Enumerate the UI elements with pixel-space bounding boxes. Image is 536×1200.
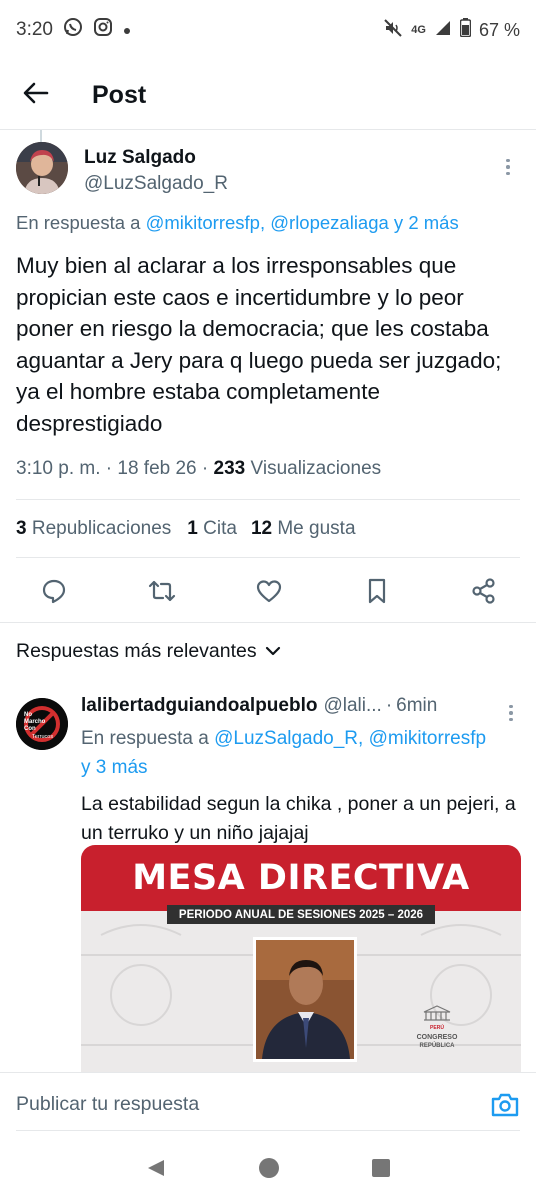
reply-prefix: En respuesta a [16,212,146,233]
share-icon[interactable] [470,577,498,605]
like-icon[interactable] [255,577,283,605]
more-dot [506,165,510,169]
reply-input[interactable]: Publicar tu respuesta [16,1093,199,1116]
whatsapp-icon [63,17,83,43]
quotes-label: Cita [203,518,237,539]
instagram-icon [93,17,113,43]
likes-label: Me gusta [277,518,356,539]
reposts-count: 3 [16,518,27,539]
compose-bar: Publicar tu respuesta [0,1072,536,1140]
chevron-down-icon [265,640,281,663]
post-stats: 3 Republicaciones 1 Cita 12 Me gusta [16,518,356,540]
bookmark-icon[interactable] [363,577,391,605]
compose-underline [16,1130,520,1131]
quotes-count: 1 [187,518,198,539]
reply-media-image[interactable]: MESA DIRECTIVA PERIODO ANUAL DE SESIONES… [81,845,521,1073]
likes-count: 12 [250,518,273,539]
header-divider [0,129,536,130]
quotes-stat[interactable]: 1 Cita [187,518,237,540]
more-dot [506,171,510,176]
congress-logo: PERÚ CONGRESO REPÚBLICA [415,1005,459,1051]
repost-icon[interactable] [148,577,176,605]
logo-text: CONGRESO [416,1034,458,1041]
back-button[interactable] [16,75,56,115]
media-banner: MESA DIRECTIVA [81,845,521,911]
portrait-photo [253,937,357,1062]
avatar-text: Con [24,726,36,732]
reply-prefix: En respuesta a [81,728,215,749]
avatar-text: Marcho [24,719,46,725]
author-name[interactable]: Luz Salgado [84,146,228,170]
network-type: 4G [411,24,426,36]
avatar-text: Terrucos [32,734,53,740]
dot-icon [123,19,131,41]
post-time: 3:10 p. m. [16,458,101,479]
divider [16,499,520,500]
reply-author-name[interactable]: lalibertadguiandoalpueblo [81,688,317,724]
home-circle-icon[interactable] [258,1157,280,1184]
logo-text: REPÚBLICA [419,1043,455,1049]
post-author: Luz Salgado @LuzSalgado_R [16,142,520,202]
reply-icon[interactable] [40,577,68,605]
reply-more-mentions-link[interactable]: y 3 más [81,757,148,778]
system-nav-bar [0,1140,536,1200]
reply-context: En respuesta a @LuzSalgado_R, @mikitorre… [81,724,521,782]
reply-author-handle[interactable]: @lali... [323,688,381,724]
reply-time: 6min [396,695,438,716]
views-count: 233 [213,458,246,479]
avatar-text: No [24,712,32,718]
reply-avatar[interactable]: No Marcho Con Terrucos [16,698,68,750]
battery-level: 67 % [478,19,520,40]
arrow-left-icon [23,82,49,109]
recents-square-icon[interactable] [371,1158,391,1183]
more-options-button[interactable] [496,152,520,182]
views-label: Visualizaciones [250,458,382,479]
likes-stat[interactable]: 12 Me gusta [251,518,356,540]
post-text: Muy bien al aclarar a los irresponsables… [16,253,502,436]
replies-sort-label: Respuestas más relevantes [16,640,257,662]
post-actions [16,572,520,610]
section-divider [0,622,536,623]
reply-context: En respuesta a @mikitorresfp, @rlopezali… [16,212,459,234]
camera-icon[interactable] [490,1091,520,1121]
reposts-label: Republicaciones [31,518,172,539]
reposts-stat[interactable]: 3 Republicaciones [16,518,171,540]
more-dot [509,704,513,709]
reply-text: La estabilidad segun la chika , poner a … [81,793,516,844]
media-title: MESA DIRECTIVA [132,858,470,898]
mute-icon [383,18,403,43]
more-dot [509,711,513,715]
media-subtitle: PERIODO ANUAL DE SESIONES 2025 – 2026 [167,905,435,924]
more-dot [509,717,513,722]
thread-connector [40,130,42,142]
status-time: 3:20 [16,19,53,40]
reply-time-sep: · [385,695,393,716]
more-dot [506,158,510,163]
battery-icon [459,18,472,42]
post-meta: 3:10 p. m. · 18 feb 26 · 233 Visualizaci… [16,458,382,479]
page-title: Post [92,80,147,109]
reply-header: lalibertadguiandoalpueblo @lali... · 6mi… [81,688,521,724]
replies-sort-dropdown[interactable]: Respuestas más relevantes [16,640,281,663]
reply-mentions-link[interactable]: @mikitorresfp, @rlopezaliaga y 2 más [146,212,459,233]
reply-mentions-link[interactable]: @LuzSalgado_R, @mikitorresfp [214,728,486,749]
reply-more-options-button[interactable] [499,698,523,728]
back-triangle-icon[interactable] [145,1157,167,1184]
post-date: 18 feb 26 [117,458,197,479]
author-avatar[interactable] [16,142,68,194]
author-handle[interactable]: @LuzSalgado_R [84,170,228,198]
app-header: Post [0,62,536,128]
signal-icon [434,19,452,42]
logo-text: PERÚ [430,1025,444,1031]
status-bar: 3:20 4G 67 % [0,0,536,60]
divider [16,557,520,558]
